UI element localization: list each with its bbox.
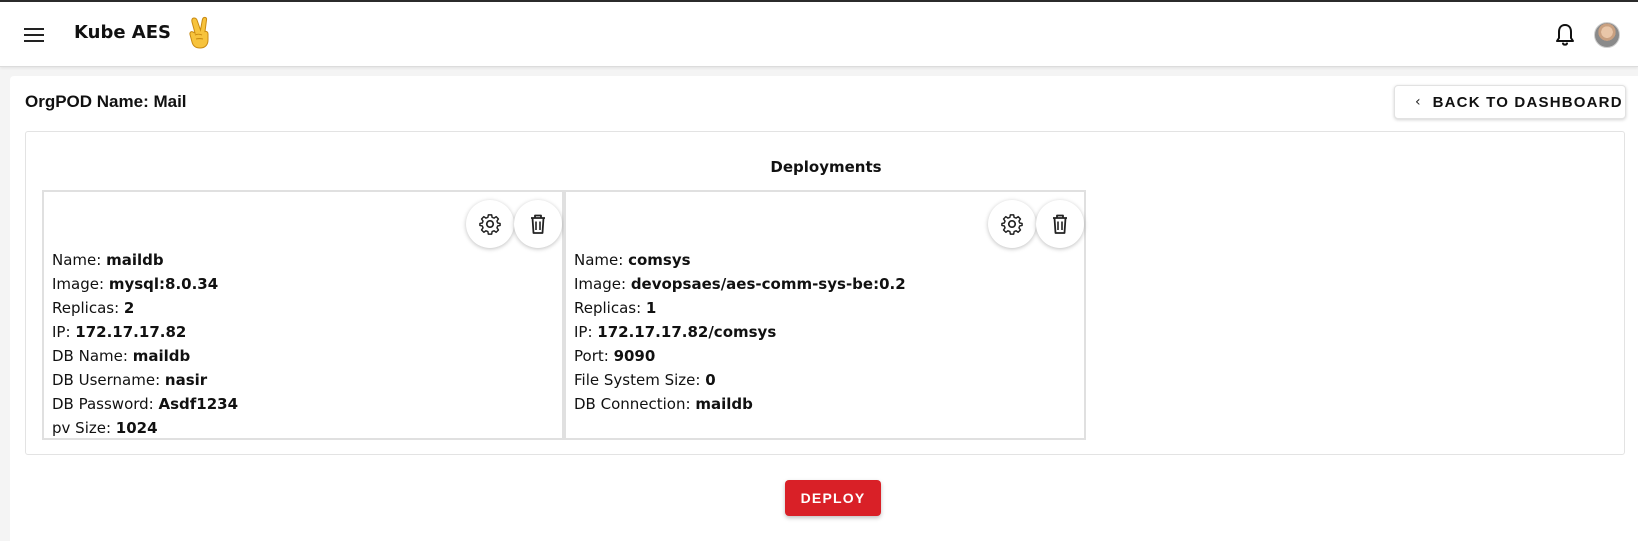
gear-icon: [1001, 214, 1023, 235]
page-title: OrgPOD Name: Mail: [25, 92, 187, 111]
user-avatar[interactable]: [1594, 22, 1620, 48]
field-db-username: DB Username: nasir: [52, 371, 208, 389]
field-replicas: Replicas: 1: [574, 299, 657, 317]
chevron-left-icon: ‹: [1415, 94, 1421, 110]
trash-icon: [1053, 214, 1067, 234]
field-db-connection: DB Connection: maildb: [574, 395, 753, 413]
field-ip: IP: 172.17.17.82/comsys: [574, 323, 777, 341]
app-title: Kube AES: [74, 22, 171, 43]
field-replicas: Replicas: 2: [52, 299, 135, 317]
field-image: Image: mysql:8.0.34: [52, 275, 219, 293]
field-db-password: DB Password: Asdf1234: [52, 395, 239, 413]
deployment-fields: Name: comsys Image: devopsaes/aes-comm-s…: [574, 248, 906, 416]
deployments-title: Deployments: [770, 158, 882, 176]
field-image: Image: devopsaes/aes-comm-sys-be:0.2: [574, 275, 906, 293]
hamburger-menu-icon[interactable]: [22, 24, 46, 44]
settings-button[interactable]: [466, 200, 514, 248]
back-to-dashboard-button[interactable]: ‹ BACK TO DASHBOARD: [1394, 85, 1626, 119]
deployments-panel: Deployments Name: maildb Image: mysql:8.…: [25, 131, 1625, 455]
deployment-card-comsys: Name: comsys Image: devopsaes/aes-comm-s…: [564, 190, 1086, 440]
settings-button[interactable]: [988, 200, 1036, 248]
gear-icon: [479, 214, 501, 235]
field-port: Port: 9090: [574, 347, 656, 365]
trash-icon: [531, 214, 545, 234]
deployment-card-maildb: Name: maildb Image: mysql:8.0.34 Replica…: [42, 190, 564, 440]
back-button-label: BACK TO DASHBOARD: [1432, 93, 1623, 111]
app-header: Kube AES: [0, 0, 1638, 67]
field-name: Name: comsys: [574, 251, 691, 269]
delete-button[interactable]: [514, 200, 562, 248]
deployment-fields: Name: maildb Image: mysql:8.0.34 Replica…: [52, 248, 238, 440]
field-ip: IP: 172.17.17.82: [52, 323, 187, 341]
delete-button[interactable]: [1036, 200, 1084, 248]
deploy-button[interactable]: DEPLOY: [785, 480, 881, 516]
bell-icon[interactable]: [1553, 22, 1577, 48]
field-db-name: DB Name: maildb: [52, 347, 191, 365]
main-content: OrgPOD Name: Mail ‹ BACK TO DASHBOARD De…: [10, 76, 1638, 541]
field-file-system-size: File System Size: 0: [574, 371, 716, 389]
field-pv-size: pv Size: 1024: [52, 419, 158, 437]
field-name: Name: maildb: [52, 251, 164, 269]
victory-hand-icon: [189, 16, 209, 49]
